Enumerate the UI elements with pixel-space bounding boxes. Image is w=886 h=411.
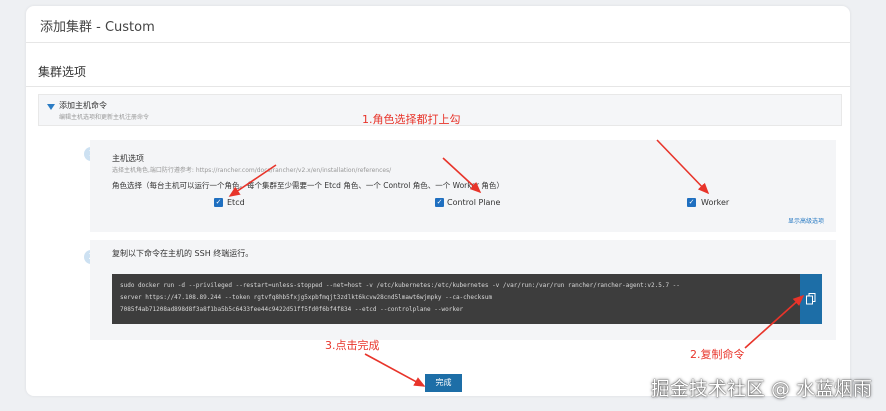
annotation-roles: 1.角色选择都打上勾 — [362, 113, 461, 126]
watermark: 掘金技术社区 @ 水蓝烟雨 — [650, 378, 872, 400]
arrow-to-etcd — [228, 164, 277, 197]
arrow-to-copy — [744, 294, 805, 349]
arrow-to-done — [364, 353, 426, 387]
annotation-done: 3.点击完成 — [325, 339, 380, 352]
annotation-arrows — [228, 139, 805, 387]
annotation-copy: 2.复制命令 — [690, 348, 745, 361]
arrow-to-control-plane — [442, 157, 482, 194]
arrow-to-worker — [656, 139, 710, 195]
